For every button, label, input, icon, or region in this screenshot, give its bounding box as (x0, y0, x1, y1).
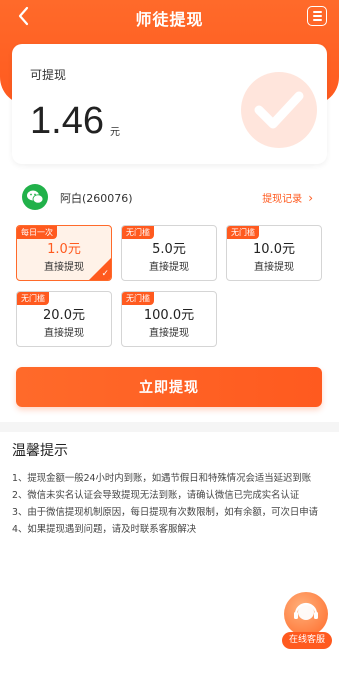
option-subtitle: 直接提现 (44, 328, 84, 339)
online-support-label: 在线客服 (282, 632, 332, 649)
wechat-icon (22, 184, 48, 210)
tip-item: 2、微信未实名认证会导致提现无法到账，请确认微信已完成实名认证 (12, 490, 300, 501)
tip-item: 3、由于微信提现机制原因，每日提现有次数限制，如有余额，可次日申请 (12, 507, 318, 518)
option-amount: 10.0元 (253, 242, 295, 257)
option-subtitle: 直接提现 (254, 262, 294, 273)
option-card[interactable]: 无门槛 5.0元 直接提现 (121, 225, 217, 281)
tips-list: 1、提现金额一般24小时内到账，如遇节假日和特殊情况会适当延迟到账 2、微信未实… (12, 470, 330, 538)
chevron-right-icon: › (308, 191, 313, 205)
wechat-pay-watermark-icon (241, 72, 317, 148)
option-amount: 100.0元 (143, 308, 195, 323)
tip-item: 1、提现金额一般24小时内到账，如遇节假日和特殊情况会适当延迟到账 (12, 473, 312, 484)
withdraw-now-button[interactable]: 立即提现 (16, 367, 322, 407)
option-card[interactable]: 每日一次 1.0元 直接提现 ✓ (16, 225, 112, 281)
menu-button[interactable] (307, 6, 327, 26)
balance-card: 可提现 1.46 元 (12, 44, 327, 164)
balance-label: 可提现 (30, 68, 67, 82)
option-card[interactable]: 无门槛 100.0元 直接提现 (121, 291, 217, 347)
option-amount: 5.0元 (152, 242, 186, 257)
online-support-button[interactable]: 在线客服 (282, 590, 332, 652)
headset-icon (284, 592, 328, 636)
section-divider (0, 422, 339, 432)
option-card[interactable]: 无门槛 10.0元 直接提现 (226, 225, 322, 281)
option-card[interactable]: 无门槛 20.0元 直接提现 (16, 291, 112, 347)
option-amount: 1.0元 (47, 242, 81, 257)
option-amount: 20.0元 (43, 308, 85, 323)
option-subtitle: 直接提现 (149, 262, 189, 273)
balance-amount: 1.46 (30, 100, 104, 142)
check-icon: ✓ (101, 269, 109, 279)
tip-item: 4、如果提现遇到问题，请及时联系客服解决 (12, 524, 197, 535)
page-title: 师徒提现 (135, 10, 204, 29)
withdraw-record-link[interactable]: 提现记录 › (262, 190, 313, 205)
tips-title: 温馨提示 (12, 443, 68, 459)
account-name: 阿白(260076) (60, 192, 133, 205)
balance-unit: 元 (110, 127, 120, 138)
option-subtitle: 直接提现 (149, 328, 189, 339)
menu-icon-line (312, 11, 322, 13)
menu-icon-line (312, 15, 322, 17)
top-bar: 师徒提现 (0, 0, 339, 34)
menu-icon-line (312, 19, 322, 21)
withdraw-record-label: 提现记录 (262, 194, 303, 205)
